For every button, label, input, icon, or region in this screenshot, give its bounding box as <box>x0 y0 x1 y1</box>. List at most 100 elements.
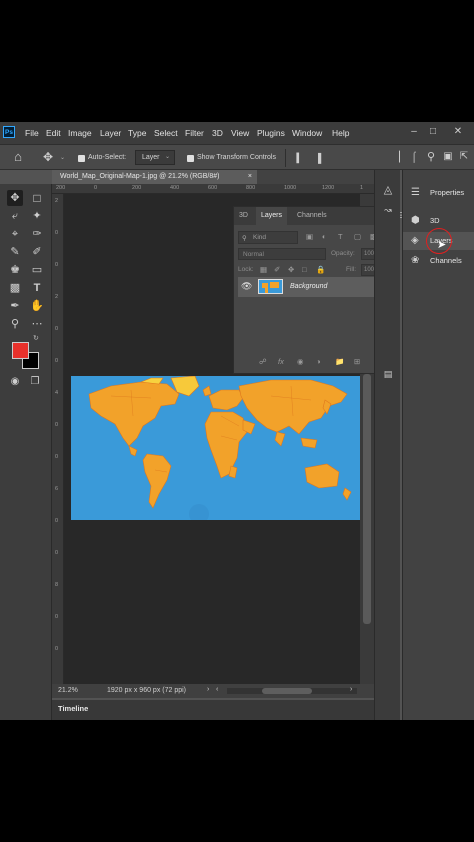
zoom-tool-icon[interactable]: ⚲ <box>7 316 23 332</box>
scroll-right-icon[interactable]: › <box>350 686 352 693</box>
type-tool-icon[interactable]: T <box>29 280 45 296</box>
panel-layers[interactable]: ◈ Layers ➤ <box>403 228 474 254</box>
close-tab-icon[interactable]: × <box>248 173 252 180</box>
align-icon[interactable]: ▕ <box>388 150 404 166</box>
filter-pixel-icon[interactable]: ▣ <box>306 232 313 241</box>
menu-plugins[interactable]: Plugins <box>257 128 285 138</box>
panel-channels-label: Channels <box>430 256 462 265</box>
scrollbar-thumb[interactable] <box>262 688 312 694</box>
show-transform-checkbox[interactable] <box>187 155 194 162</box>
quick-mask-icon[interactable]: ◉ <box>7 374 23 390</box>
tab-channels[interactable]: Channels <box>292 207 332 225</box>
move-tool-preset-icon[interactable]: ✥ <box>40 149 56 165</box>
ruler-tick-label: 2 <box>55 294 59 300</box>
layers-panel: 3D Layers Channels » ☰ ⚲ Kind ▣ ◐ T ▢ ▩ … <box>233 206 403 374</box>
workspace-icon[interactable]: ▣ <box>440 149 456 165</box>
menu-layer[interactable]: Layer <box>100 128 121 138</box>
vertical-ruler: 2 0 0 2 0 0 4 0 0 6 0 0 8 0 0 <box>52 194 64 684</box>
tab-layers[interactable]: Layers <box>256 207 288 225</box>
lock-transparent-icon[interactable]: ▦ <box>260 265 267 274</box>
filter-type-icon[interactable]: T <box>338 232 343 241</box>
menu-edit[interactable]: Edit <box>46 128 61 138</box>
blend-mode-dropdown[interactable]: Normal <box>238 248 326 260</box>
filter-shape-icon[interactable]: ▢ <box>354 232 361 241</box>
timeline-panel: Timeline <box>52 700 374 720</box>
tab-3d[interactable]: 3D <box>234 207 253 225</box>
zoom-level[interactable]: 21.2% <box>58 687 78 694</box>
align-middle-icon[interactable]: ▐ <box>310 150 326 166</box>
menu-image[interactable]: Image <box>68 128 92 138</box>
home-icon[interactable]: ⌂ <box>10 149 26 165</box>
filter-kind-dropdown[interactable]: ⚲ Kind <box>238 231 298 244</box>
pen-tool-icon[interactable]: ✒ <box>7 298 23 314</box>
chevron-down-icon[interactable]: ⌄ <box>60 154 65 161</box>
lock-all-icon[interactable]: 🔒 <box>316 265 325 274</box>
brush-tool-icon[interactable]: ✐ <box>29 244 45 260</box>
lock-position-icon[interactable]: ✥ <box>288 265 294 274</box>
arrow-icon[interactable]: ↝ <box>380 202 396 218</box>
clone-stamp-tool-icon[interactable]: ♚ <box>7 262 23 278</box>
panel-properties[interactable]: ☰ Properties <box>403 184 474 202</box>
share-icon[interactable]: ⇱ <box>456 149 472 165</box>
3d-mode-icon[interactable]: ⌠ <box>406 150 422 166</box>
menu-3d[interactable]: 3D <box>212 128 223 138</box>
hand-tool-icon[interactable]: ✋ <box>29 298 45 314</box>
eyedropper-tool-icon[interactable]: ✑ <box>29 226 45 242</box>
world-map-image[interactable] <box>71 376 360 520</box>
new-group-icon[interactable]: 📁 <box>335 357 344 366</box>
marquee-tool-icon[interactable]: □ <box>29 190 45 206</box>
panel-icon[interactable]: ▤ <box>380 366 396 382</box>
link-layers-icon[interactable]: ☍ <box>259 357 267 366</box>
menu-view[interactable]: View <box>231 128 249 138</box>
close-icon[interactable]: ✕ <box>448 125 468 139</box>
add-mask-icon[interactable]: ◉ <box>297 357 304 366</box>
timeline-label[interactable]: Timeline <box>58 704 88 713</box>
scrollbar-thumb[interactable] <box>363 374 371 624</box>
scroll-left-icon[interactable]: ‹ <box>216 686 218 693</box>
layer-style-icon[interactable]: fx <box>278 357 284 366</box>
search-icon: ⚲ <box>242 235 247 242</box>
maximize-icon[interactable]: □ <box>423 125 443 139</box>
lasso-tool-icon[interactable]: ⤶ <box>7 208 23 224</box>
menu-window[interactable]: Window <box>292 128 322 138</box>
search-icon[interactable]: ⚲ <box>423 149 439 165</box>
chevron-right-icon[interactable]: › <box>207 686 209 693</box>
photoshop-window: Ps File Edit Image Layer Type Select Fil… <box>0 122 474 720</box>
menu-file[interactable]: File <box>25 128 39 138</box>
foreground-color-swatch[interactable] <box>12 342 29 359</box>
lock-artboard-icon[interactable]: □ <box>302 265 307 274</box>
healing-brush-tool-icon[interactable]: ✎ <box>7 244 23 260</box>
filter-adjustment-icon[interactable]: ◐ <box>322 232 327 241</box>
eye-icon[interactable]: 👁 <box>241 281 252 292</box>
layer-name[interactable]: Background <box>290 283 327 290</box>
right-panel: ☰ Properties ⬢ 3D ◈ Layers ➤ ❀ Channels <box>402 170 474 720</box>
document-tab[interactable]: World_Map_Original-Map-1.jpg @ 21.2% (RG… <box>52 170 257 184</box>
lock-image-icon[interactable]: ✐ <box>274 265 280 274</box>
quick-select-tool-icon[interactable]: ✦ <box>29 208 45 224</box>
horizontal-scrollbar[interactable] <box>227 688 357 694</box>
screen-mode-icon[interactable]: ❐ <box>27 374 43 390</box>
gradient-tool-icon[interactable]: ▩ <box>7 280 23 296</box>
adjustment-layer-icon[interactable]: ◑ <box>316 357 321 366</box>
auto-select-checkbox[interactable] <box>78 155 85 162</box>
menu-help[interactable]: Help <box>332 128 349 138</box>
new-layer-icon[interactable]: ⊞ <box>354 357 360 366</box>
history-icon[interactable]: ◬ <box>380 182 396 198</box>
menu-filter[interactable]: Filter <box>185 128 204 138</box>
menu-type[interactable]: Type <box>128 128 146 138</box>
eraser-tool-icon[interactable]: ▭ <box>29 262 45 278</box>
move-tool-icon[interactable]: ✥ <box>7 190 23 206</box>
minimize-icon[interactable]: – <box>404 125 424 139</box>
layer-row-background[interactable]: 👁 Background 🔒 <box>238 277 388 297</box>
blend-mode-value: Normal <box>243 251 264 258</box>
crop-tool-icon[interactable]: ⌖ <box>7 226 23 242</box>
align-top-icon[interactable]: ▍ <box>292 150 308 166</box>
more-tools-icon[interactable]: ⋯ <box>29 316 45 332</box>
ruler-tick-label: 1200 <box>322 185 335 191</box>
auto-select-dropdown[interactable]: Layer ⌄ <box>135 150 175 165</box>
opacity-label: Opacity: <box>331 250 355 257</box>
panel-channels[interactable]: ❀ Channels <box>403 252 474 270</box>
menu-select[interactable]: Select <box>154 128 178 138</box>
swap-colors-icon[interactable]: ↻ <box>33 334 39 342</box>
panel-dock-strip: ◬ ↝ ▤ <box>374 170 400 720</box>
